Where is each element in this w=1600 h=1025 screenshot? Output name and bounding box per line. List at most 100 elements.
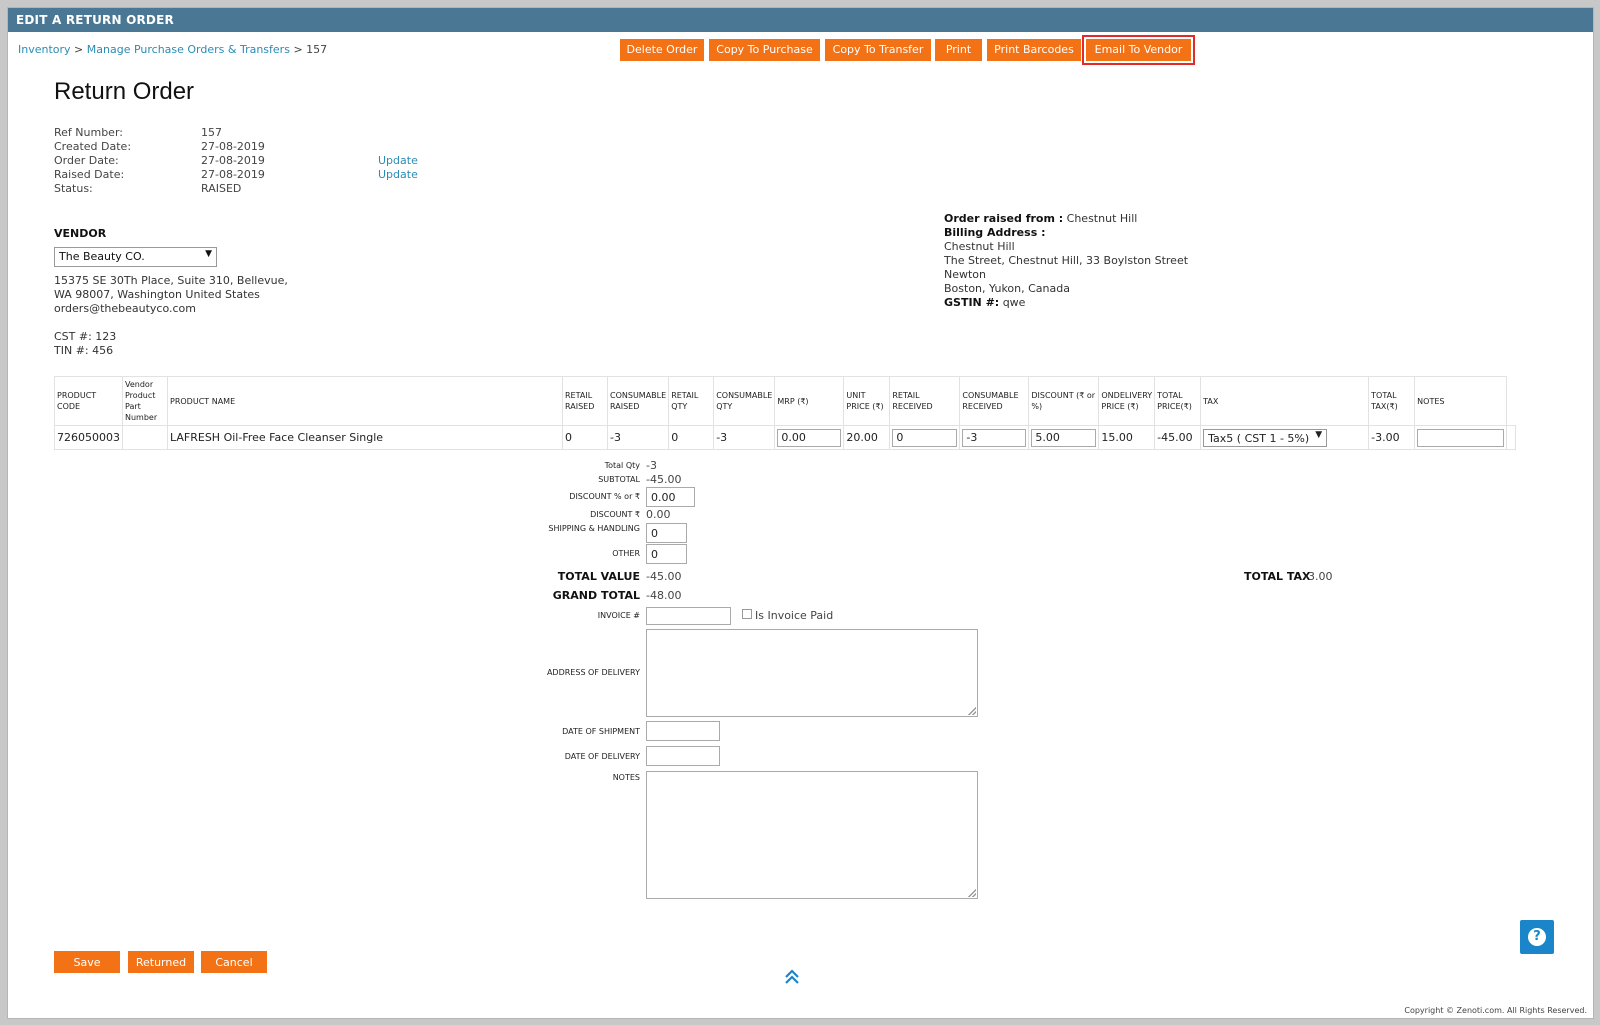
order-raised-from-value: Chestnut Hill <box>1066 212 1138 225</box>
notes-input[interactable] <box>1417 428 1505 447</box>
discount-pct-input[interactable] <box>646 487 695 507</box>
vendor-cst: CST #: 123 <box>54 330 117 343</box>
ref-number-label: Ref Number: <box>54 126 123 139</box>
status-value: RAISED <box>201 182 242 195</box>
col-vendor-part: Vendor Product Part Number <box>122 376 168 426</box>
save-button[interactable]: Save <box>54 951 120 973</box>
print-barcodes-button[interactable]: Print Barcodes <box>987 39 1081 61</box>
cell-ondelivery-price: 15.00 <box>1098 425 1156 450</box>
resize-grip-icon[interactable] <box>968 707 976 715</box>
cell-consumable-qty: -3 <box>713 425 776 450</box>
double-chevron-up-icon[interactable] <box>783 968 801 986</box>
gstin-value: qwe <box>1002 296 1026 309</box>
date-shipment-input[interactable] <box>646 721 720 741</box>
other-input[interactable] <box>646 544 687 564</box>
col-spacer <box>1506 376 1516 426</box>
delete-order-button[interactable]: Delete Order <box>620 39 704 61</box>
other-label: OTHER <box>612 549 640 558</box>
resize-grip-icon[interactable] <box>968 889 976 897</box>
tax-select[interactable]: Tax5 ( CST 1 - 5%) ▼ <box>1203 428 1328 447</box>
total-value-value: -45.00 <box>646 570 682 583</box>
col-notes: NOTES <box>1414 376 1508 426</box>
page-title: Return Order <box>54 78 195 105</box>
col-total-tax: TOTAL TAX(₹) <box>1368 376 1416 426</box>
help-button[interactable]: ? <box>1520 920 1554 954</box>
breadcrumb: Inventory > Manage Purchase Orders & Tra… <box>18 43 327 56</box>
cell-spacer <box>1506 425 1517 450</box>
copy-to-purchase-button[interactable]: Copy To Purchase <box>709 39 820 61</box>
print-button[interactable]: Print <box>935 39 982 61</box>
status-label: Status: <box>54 182 93 195</box>
question-icon: ? <box>1528 928 1546 946</box>
order-raised-from-label: Order raised from : <box>944 212 1064 225</box>
retail-received-input[interactable] <box>892 428 958 447</box>
cell-tax: Tax5 ( CST 1 - 5%) ▼ <box>1200 425 1370 450</box>
cell-discount <box>1028 425 1100 450</box>
vendor-tin: TIN #: 456 <box>54 344 114 357</box>
discount-pct-label: DISCOUNT % or ₹ <box>569 492 640 501</box>
subtotal-label: SUBTOTAL <box>598 475 640 484</box>
cancel-button[interactable]: Cancel <box>201 951 267 973</box>
col-product-name: PRODUCT NAME <box>167 376 563 426</box>
col-retail-raised: RETAIL RAISED <box>562 376 608 426</box>
vendor-select-value: The Beauty CO. <box>59 250 145 263</box>
billing-line1: Chestnut Hill <box>944 240 1015 253</box>
order-date-update-link[interactable]: Update <box>378 154 418 167</box>
address-delivery-textarea[interactable] <box>646 629 978 717</box>
table-row: 726050003 LAFRESH Oil-Free Face Cleanser… <box>54 425 1517 450</box>
col-product-code: PRODUCT CODE <box>54 376 123 426</box>
breadcrumb-separator: > <box>293 43 307 56</box>
invoice-label: INVOICE # <box>597 611 640 620</box>
caret-down-icon: ▼ <box>1315 429 1323 440</box>
cell-mrp <box>774 425 845 450</box>
breadcrumb-manage-orders[interactable]: Manage Purchase Orders & Transfers <box>87 43 290 56</box>
col-total-price: TOTAL PRICE(₹) <box>1154 376 1202 426</box>
mrp-input[interactable] <box>777 428 842 447</box>
col-tax: TAX <box>1200 376 1370 426</box>
edit-return-order-window: EDIT A RETURN ORDER Inventory > Manage P… <box>7 7 1594 1019</box>
breadcrumb-current: 157 <box>306 43 328 56</box>
col-retail-qty: RETAIL QTY <box>668 376 715 426</box>
window-title: EDIT A RETURN ORDER <box>8 8 1593 32</box>
cell-total-price: -45.00 <box>1154 425 1202 450</box>
created-date-value: 27-08-2019 <box>201 140 265 153</box>
invoice-paid-checkbox[interactable] <box>742 609 752 619</box>
copy-to-transfer-button[interactable]: Copy To Transfer <box>825 39 931 61</box>
invoice-input[interactable] <box>646 607 731 625</box>
cell-vendor-part <box>122 425 168 450</box>
discount-input[interactable] <box>1031 428 1097 447</box>
cell-consumable-raised: -3 <box>606 425 670 450</box>
invoice-paid-label: Is Invoice Paid <box>755 609 834 622</box>
cell-retail-raised: 0 <box>562 425 608 450</box>
discount-value: 0.00 <box>646 508 671 521</box>
address-delivery-label: ADDRESS OF DELIVERY <box>546 668 640 677</box>
returned-button[interactable]: Returned <box>128 951 194 973</box>
billing-line4: Boston, Yukon, Canada <box>944 282 1070 295</box>
vendor-heading: VENDOR <box>54 227 107 240</box>
col-consumable-qty: CONSUMABLE QTY <box>713 376 776 426</box>
total-qty-label: Total Qty <box>604 461 640 470</box>
notes-textarea[interactable] <box>646 771 978 899</box>
items-table: PRODUCT CODE Vendor Product Part Number … <box>54 376 1517 450</box>
breadcrumb-inventory[interactable]: Inventory <box>18 43 71 56</box>
col-unit-price: UNIT PRICE (₹) <box>843 376 891 426</box>
vendor-select[interactable]: The Beauty CO. ▼ <box>54 247 217 267</box>
date-delivery-input[interactable] <box>646 746 720 766</box>
discount-label: DISCOUNT ₹ <box>590 510 640 519</box>
table-header-row: PRODUCT CODE Vendor Product Part Number … <box>54 376 1516 426</box>
total-qty-value: -3 <box>646 459 657 472</box>
ref-number-value: 157 <box>201 126 222 139</box>
consumable-received-input[interactable] <box>962 428 1027 447</box>
email-to-vendor-button[interactable]: Email To Vendor <box>1086 39 1191 61</box>
order-date-label: Order Date: <box>54 154 119 167</box>
raised-date-update-link[interactable]: Update <box>378 168 418 181</box>
col-consumable-received: CONSUMABLE RECEIVED <box>959 376 1030 426</box>
cell-retail-received <box>889 425 961 450</box>
subtotal-value: -45.00 <box>646 473 682 486</box>
billing-address-heading: Billing Address : <box>944 226 1046 239</box>
billing-line2: The Street, Chestnut Hill, 33 Boylston S… <box>944 254 1189 267</box>
cell-notes <box>1414 425 1508 450</box>
gstin-label: GSTIN #: <box>944 296 1000 309</box>
shipping-input[interactable] <box>646 523 687 543</box>
cell-product-name: LAFRESH Oil-Free Face Cleanser Single <box>167 425 563 450</box>
